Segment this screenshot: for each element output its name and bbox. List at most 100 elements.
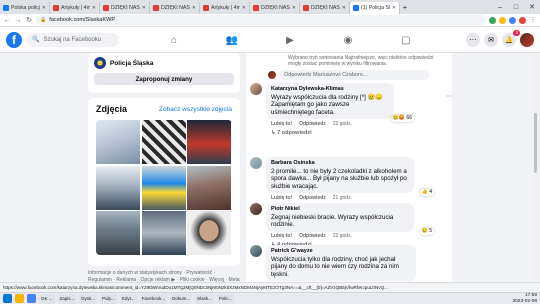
reload-icon[interactable]: ↻	[25, 16, 33, 24]
tab-close-icon[interactable]: ✕	[92, 5, 96, 11]
photo-thumbnail[interactable]	[96, 211, 140, 255]
comment-author[interactable]: Barbara Osinska	[271, 160, 409, 168]
tab-close-icon[interactable]: ✕	[142, 5, 146, 11]
search-input[interactable]: 🔍 Szukaj na Facebooku	[27, 32, 119, 47]
extension-icon[interactable]	[499, 16, 506, 24]
home-icon[interactable]: ⌂	[145, 27, 203, 53]
reactions-count[interactable]: 😢😡 66	[390, 115, 414, 123]
clock[interactable]: 17:59 2023-02-08	[512, 293, 537, 303]
reactions-count[interactable]: 👍 4	[419, 189, 434, 197]
comment-time[interactable]: 22 godz.	[333, 233, 352, 239]
menu-icon[interactable]: ⋮	[529, 16, 537, 24]
photo-thumbnail[interactable]	[96, 120, 140, 164]
search-icon: 🔍	[32, 37, 40, 43]
tab-label: (1) Policja Śląska	[361, 5, 390, 11]
back-icon[interactable]: ←	[3, 17, 11, 24]
main-nav: ⌂ 👥 ▶ ◉ ▢	[145, 27, 435, 53]
profile-icon[interactable]	[519, 16, 526, 24]
browser-tab[interactable]: DZIĘKI NASZEJ F…✕	[250, 2, 300, 14]
photo-thumbnail[interactable]	[187, 165, 231, 210]
taskbar-task[interactable]: Pulp...	[100, 293, 117, 304]
photo-thumbnail[interactable]	[96, 165, 140, 210]
like-button[interactable]: Lubię to!	[271, 121, 292, 127]
taskbar-task[interactable]: Edyt...	[119, 293, 137, 304]
taskbar-task[interactable]: Slask...	[195, 293, 214, 304]
browser-tab[interactable]: DZIĘKI NASZEJ F…✕	[100, 2, 150, 14]
reply-input[interactable]: Odpowiedz Mariuszowi Czaboro...	[279, 70, 429, 80]
page-avatar[interactable]	[94, 57, 106, 69]
tab-close-icon[interactable]: ✕	[392, 5, 396, 11]
reactions-count[interactable]: 😢 5	[419, 227, 434, 235]
forward-icon[interactable]: →	[14, 17, 22, 24]
photo-thumbnail[interactable]	[141, 165, 186, 210]
more-options-icon[interactable]: ⋯	[446, 93, 452, 100]
minimize-icon[interactable]: –	[492, 4, 508, 11]
friends-icon[interactable]: 👥	[203, 27, 261, 53]
see-all-photos-link[interactable]: Zobacz wszystkie zdjęcia	[159, 106, 232, 113]
comment-text: 2 promile... to nie były 2 czekoladki z …	[271, 167, 407, 190]
commenter-avatar[interactable]	[250, 203, 262, 215]
commenter-avatar[interactable]	[250, 245, 262, 257]
page-name[interactable]: Policja Śląska	[110, 60, 153, 67]
facebook-logo-icon[interactable]: f	[6, 31, 22, 48]
like-button[interactable]: Lubię to!	[271, 233, 292, 239]
taskbar-task[interactable]: Facebook...	[139, 293, 168, 304]
chrome-icon[interactable]	[27, 294, 36, 303]
browser-tab[interactable]: Artykuły | 4media…✕	[200, 2, 250, 14]
browser-tab[interactable]: Polska policja – wsz…✕	[0, 2, 50, 14]
tab-label: Artykuły | 4media…	[211, 5, 240, 11]
photo-thumbnail[interactable]	[141, 120, 186, 164]
view-replies-link[interactable]: ↳ 7 odpowiedzi	[266, 130, 394, 136]
close-window-icon[interactable]: ✕	[524, 3, 540, 11]
like-button[interactable]: Lubię to!	[271, 195, 292, 201]
reply-button[interactable]: Odpowiedz	[299, 233, 326, 239]
tab-close-icon[interactable]: ✕	[292, 5, 296, 11]
messenger-icon[interactable]: ✉	[484, 32, 498, 47]
photo-grid	[96, 120, 232, 255]
photo-thumbnail[interactable]	[141, 211, 186, 255]
menu-grid-icon[interactable]: ⋯	[466, 32, 480, 47]
photo-thumbnail[interactable]	[187, 120, 231, 164]
photo-thumbnail[interactable]	[187, 211, 231, 255]
taskbar-task[interactable]: Polic...	[216, 293, 235, 304]
comment-author[interactable]: Katarzyna Dylewska-Klimas	[271, 86, 389, 94]
browser-tab[interactable]: (1) Policja Śląska✕	[350, 2, 400, 14]
taskbar-task[interactable]: Dysk...	[79, 293, 98, 304]
browser-tab[interactable]: Artykuły | 4media…✕	[50, 2, 100, 14]
comment: Patrick G'wayze Współczucia tylko dla ro…	[250, 245, 448, 282]
notifications-icon[interactable]: 🔔 3	[502, 29, 520, 47]
maximize-icon[interactable]: □	[508, 4, 524, 11]
watch-icon[interactable]: ▶	[261, 27, 319, 53]
comment-time[interactable]: 21 godz.	[333, 195, 352, 201]
browser-tab[interactable]: DZIĘKI NASZEJ F…✕	[150, 2, 200, 14]
comment: Barbara Osinska 2 promile... to nie były…	[250, 157, 448, 201]
taskbar-task[interactable]: Dokum...	[170, 293, 193, 304]
url-input[interactable]: 🔒 facebook.com/SlaskaKWP	[36, 15, 486, 25]
groups-icon[interactable]: ◉	[319, 27, 377, 53]
scrollbar[interactable]	[533, 53, 538, 292]
comment-time[interactable]: 22 godz.	[333, 121, 352, 127]
reply-button[interactable]: Odpowiedz	[299, 195, 326, 201]
extension-icon[interactable]	[489, 16, 496, 24]
browser-tab[interactable]: DZIĘKI NASZEJ F…✕	[300, 2, 350, 14]
reply-button[interactable]: Odpowiedz	[299, 121, 326, 127]
comment-author[interactable]: Piotr Nikiel	[271, 206, 409, 214]
tab-close-icon[interactable]: ✕	[242, 5, 246, 11]
gaming-icon[interactable]: ▢	[377, 27, 435, 53]
tab-close-icon[interactable]: ✕	[42, 5, 46, 11]
new-tab-button[interactable]: +	[400, 2, 410, 14]
commenter-avatar[interactable]	[250, 83, 262, 95]
commenter-avatar[interactable]	[250, 157, 262, 169]
start-icon[interactable]	[3, 294, 12, 303]
main-content: Policja Śląska Zaproponuj zmiany Zdjęcia…	[0, 53, 540, 292]
tab-close-icon[interactable]: ✕	[342, 5, 346, 11]
taskbar-task[interactable]: GK ...	[39, 293, 55, 304]
scrollbar-thumb[interactable]	[534, 113, 537, 173]
taskbar-task[interactable]: Zapis...	[57, 293, 77, 304]
propose-changes-button[interactable]: Zaproponuj zmiany	[94, 73, 234, 85]
account-avatar[interactable]	[520, 32, 534, 47]
comment-author[interactable]: Patrick G'wayze	[271, 248, 411, 256]
extension-icon[interactable]	[509, 16, 516, 24]
file-explorer-icon[interactable]	[15, 294, 24, 303]
tab-close-icon[interactable]: ✕	[192, 5, 196, 11]
